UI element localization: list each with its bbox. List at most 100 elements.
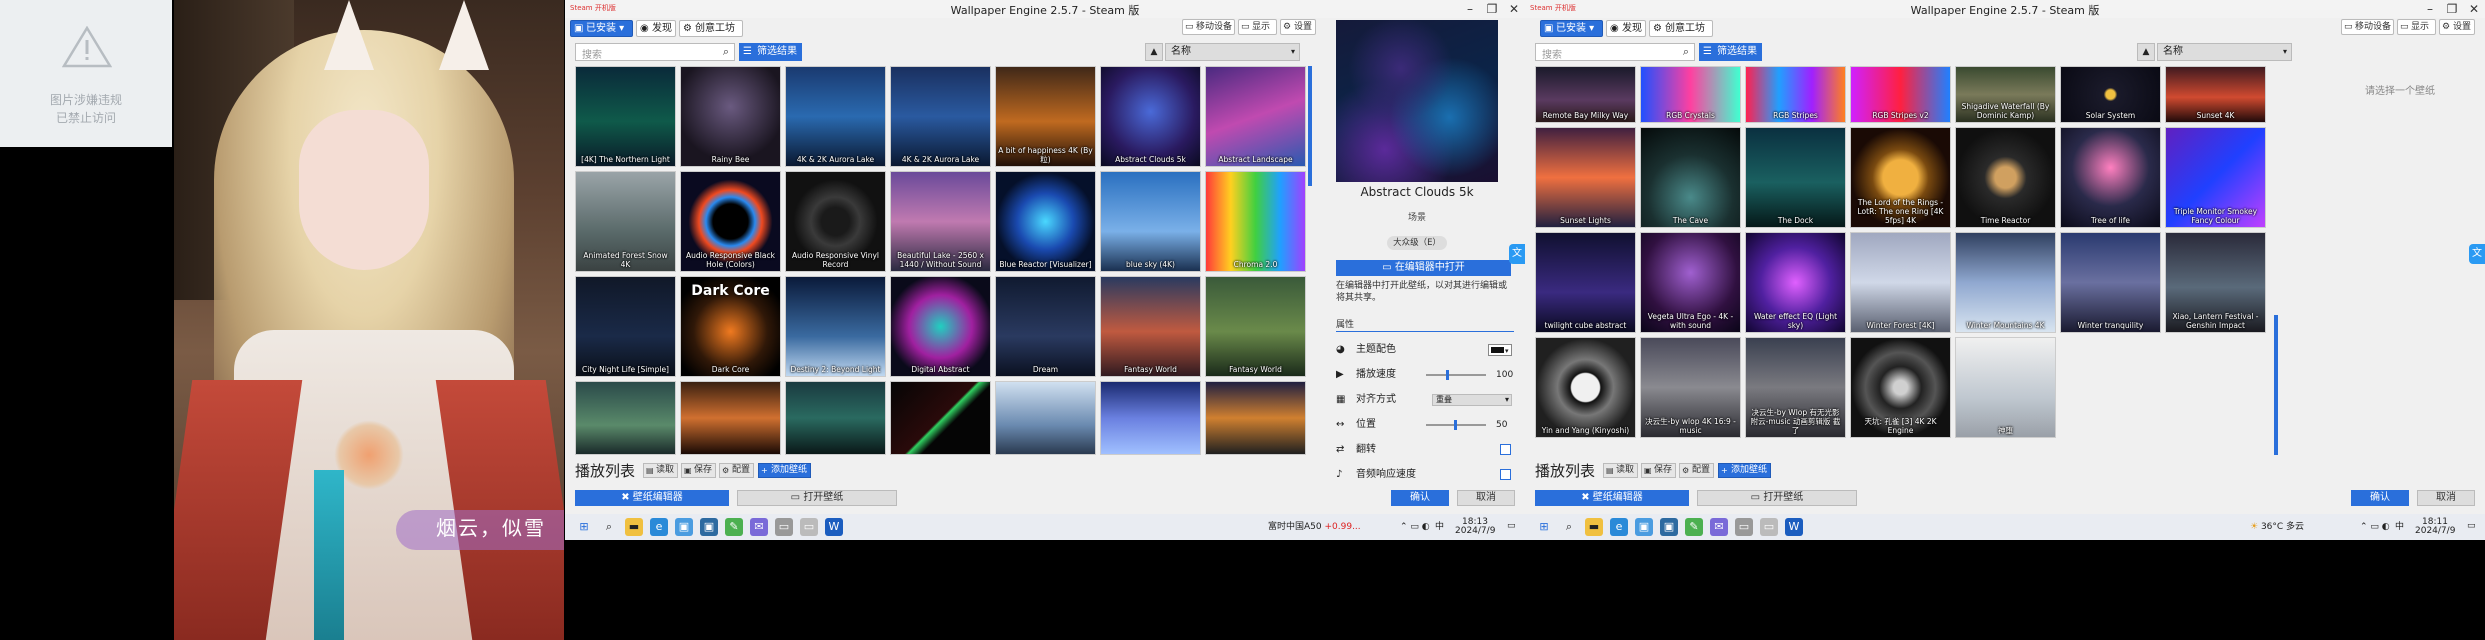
maximize-button[interactable]: ❐ — [1481, 0, 1503, 18]
filter-results-button[interactable]: ☰ 筛选结果 — [1699, 43, 1762, 61]
close-button[interactable]: ✕ — [2463, 0, 2485, 18]
wallpaper-tile[interactable]: Dark Core Dark Core — [680, 276, 781, 377]
wallpaper-tile[interactable]: Xiao, Lantern Festival - Genshin Impact — [2165, 232, 2266, 333]
wallpaper-tile[interactable]: Winter Mountains 4K — [1955, 232, 2056, 333]
wallpaper-tile[interactable]: 天坑: 孔雀 [3] 4K 2K Engine — [1850, 337, 1951, 438]
wallpaper-tile[interactable] — [680, 381, 781, 455]
wallpaper-tile[interactable] — [785, 381, 886, 455]
wallpaper-tile[interactable]: Fantasy World — [1100, 276, 1201, 377]
tab-discover[interactable]: ◉ 发现 — [636, 20, 676, 37]
wallpaper-tile[interactable]: Chroma 2.0 — [1205, 171, 1306, 272]
file-explorer-icon[interactable]: ▬ — [625, 518, 643, 536]
wallpaper-tile[interactable]: Shigadive Waterfall (By Dominic Kamp) — [1955, 66, 2056, 123]
edge-icon[interactable]: e — [1610, 518, 1628, 536]
wallpaper-tile[interactable]: Dream — [995, 276, 1096, 377]
wallpaper-tile[interactable]: blue sky (4K) — [1100, 171, 1201, 272]
wallpaper-tile[interactable]: 神堕 — [1955, 337, 2056, 438]
app-icon-1[interactable]: ▣ — [1635, 518, 1653, 536]
sort-direction-button[interactable]: ▲ — [2137, 43, 2155, 61]
flip-checkbox[interactable] — [1500, 444, 1511, 455]
side-float-tab[interactable]: 文 — [1509, 244, 1525, 264]
app-icon-5[interactable]: ▭ — [1735, 518, 1753, 536]
clock[interactable]: 18:13 2024/7/9 — [1455, 518, 1495, 536]
wallpaper-tile[interactable]: Sunset Lights — [1535, 127, 1636, 228]
grid-scrollbar[interactable] — [1308, 66, 1312, 186]
wallpaper-tile[interactable]: 决云生-by Wlop 有无光影 附云-music 动画剪辑版 截了 — [1745, 337, 1846, 438]
app-icon-6[interactable]: ▭ — [1760, 518, 1778, 536]
open-wallpaper-button[interactable]: ▭ 打开壁纸 — [737, 490, 897, 506]
wallpaper-tile[interactable]: Remote Bay Milky Way — [1535, 66, 1636, 123]
notification-icon[interactable]: ▭ — [1507, 522, 1516, 531]
stock-ticker[interactable]: 富时中国A50 +0.99... — [1268, 523, 1361, 532]
wallpaper-engine-icon[interactable]: W — [1785, 518, 1803, 536]
wallpaper-tile[interactable]: RGB Stripes — [1745, 66, 1846, 123]
speed-slider-thumb[interactable] — [1446, 370, 1449, 380]
speed-slider-track[interactable] — [1426, 374, 1486, 376]
wallpaper-tile[interactable]: The Cave — [1640, 127, 1741, 228]
wallpaper-tile[interactable]: twilight cube abstract — [1535, 232, 1636, 333]
wallpaper-tile[interactable]: [4K] The Northern Light — [575, 66, 676, 167]
app-icon-3[interactable]: ✎ — [725, 518, 743, 536]
sort-select[interactable]: 名称 ▾ — [2157, 43, 2292, 61]
wallpaper-tile[interactable]: Abstract Clouds 5k — [1100, 66, 1201, 167]
wallpaper-editor-button[interactable]: ✖ 壁纸编辑器 — [575, 490, 729, 506]
wallpaper-tile[interactable] — [890, 381, 991, 455]
search-icon[interactable]: ⌕ — [1560, 518, 1578, 536]
wallpaper-tile[interactable] — [575, 381, 676, 455]
search-input[interactable]: 搜索 ⌕ — [1535, 43, 1695, 61]
tray-icons[interactable]: ⌃ ▭ ◐ — [2360, 523, 2390, 532]
playlist-load-button[interactable]: ▤ 读取 — [1603, 463, 1639, 478]
wallpaper-tile[interactable]: 4K & 2K Aurora Lake — [890, 66, 991, 167]
wallpaper-tile[interactable]: Audio Responsive Vinyl Record — [785, 171, 886, 272]
open-in-editor-button[interactable]: ▭ 在编辑器中打开 — [1336, 260, 1511, 276]
app-icon-3[interactable]: ✎ — [1685, 518, 1703, 536]
side-float-tab[interactable]: 文 — [2469, 244, 2485, 264]
playlist-save-button[interactable]: ▣ 保存 — [681, 463, 717, 478]
wallpaper-tile[interactable]: Solar System — [2060, 66, 2161, 123]
display-button[interactable]: ▭ 显示 — [2397, 19, 2436, 35]
wallpaper-engine-icon[interactable]: W — [825, 518, 843, 536]
wallpaper-tile[interactable]: Destiny 2: Beyond Light — [785, 276, 886, 377]
wallpaper-tile[interactable]: A bit of happiness 4K (By 粒) — [995, 66, 1096, 167]
wallpaper-tile[interactable]: Audio Responsive Black Hole (Colors) — [680, 171, 781, 272]
search-icon[interactable]: ⌕ — [600, 518, 618, 536]
wallpaper-tile[interactable]: Tree of life — [2060, 127, 2161, 228]
playlist-load-button[interactable]: ▤ 读取 — [643, 463, 679, 478]
wallpaper-tile[interactable]: Water effect EQ (Light sky) — [1745, 232, 1846, 333]
app-icon-1[interactable]: ▣ — [675, 518, 693, 536]
wallpaper-tile[interactable]: Digital Abstract — [890, 276, 991, 377]
weather-widget[interactable]: ☀ 36°C 多云 — [2250, 523, 2304, 532]
tab-workshop[interactable]: ⚙ 创意工坊 — [1649, 20, 1713, 37]
wallpaper-tile[interactable]: Animated Forest Snow 4K — [575, 171, 676, 272]
app-icon-6[interactable]: ▭ — [800, 518, 818, 536]
wallpaper-editor-button[interactable]: ✖ 壁纸编辑器 — [1535, 490, 1689, 506]
wallpaper-tile[interactable]: Fantasy World — [1205, 276, 1306, 377]
wallpaper-tile[interactable]: Rainy Bee — [680, 66, 781, 167]
open-wallpaper-button[interactable]: ▭ 打开壁纸 — [1697, 490, 1857, 506]
wallpaper-tile[interactable]: Triple Monitor Smokey Fancy Colour — [2165, 127, 2266, 228]
wallpaper-tile[interactable] — [1100, 381, 1201, 455]
wallpaper-tile[interactable]: 4K & 2K Aurora Lake — [785, 66, 886, 167]
wallpaper-tile[interactable]: Vegeta Ultra Ego - 4K - with sound — [1640, 232, 1741, 333]
wallpaper-tile[interactable]: 决云生-by wlop 4K 16:9 - music — [1640, 337, 1741, 438]
wallpaper-tile[interactable]: Time Reactor — [1955, 127, 2056, 228]
wallpaper-tile[interactable]: Yin and Yang (Kinyoshi) — [1535, 337, 1636, 438]
tab-discover[interactable]: ◉ 发现 — [1606, 20, 1646, 37]
app-icon-4[interactable]: ✉ — [750, 518, 768, 536]
move-device-button[interactable]: ▭ 移动设备 — [1182, 19, 1235, 35]
minimize-button[interactable]: – — [2419, 0, 2441, 18]
ime-indicator[interactable]: 中 — [2395, 523, 2404, 532]
audio-checkbox[interactable] — [1500, 469, 1511, 480]
wallpaper-tile[interactable] — [1205, 381, 1306, 455]
file-explorer-icon[interactable]: ▬ — [1585, 518, 1603, 536]
cancel-button[interactable]: 取消 — [1457, 490, 1515, 506]
display-button[interactable]: ▭ 显示 — [1238, 19, 1277, 35]
start-icon[interactable]: ⊞ — [1535, 518, 1553, 536]
wallpaper-tile[interactable]: Sunset 4K — [2165, 66, 2266, 123]
settings-button[interactable]: ⚙ 设置 — [2439, 19, 2475, 35]
cancel-button[interactable]: 取消 — [2417, 490, 2475, 506]
clock[interactable]: 18:11 2024/7/9 — [2415, 518, 2455, 536]
minimize-button[interactable]: – — [1459, 0, 1481, 18]
app-icon-5[interactable]: ▭ — [775, 518, 793, 536]
app-icon-2[interactable]: ▣ — [700, 518, 718, 536]
